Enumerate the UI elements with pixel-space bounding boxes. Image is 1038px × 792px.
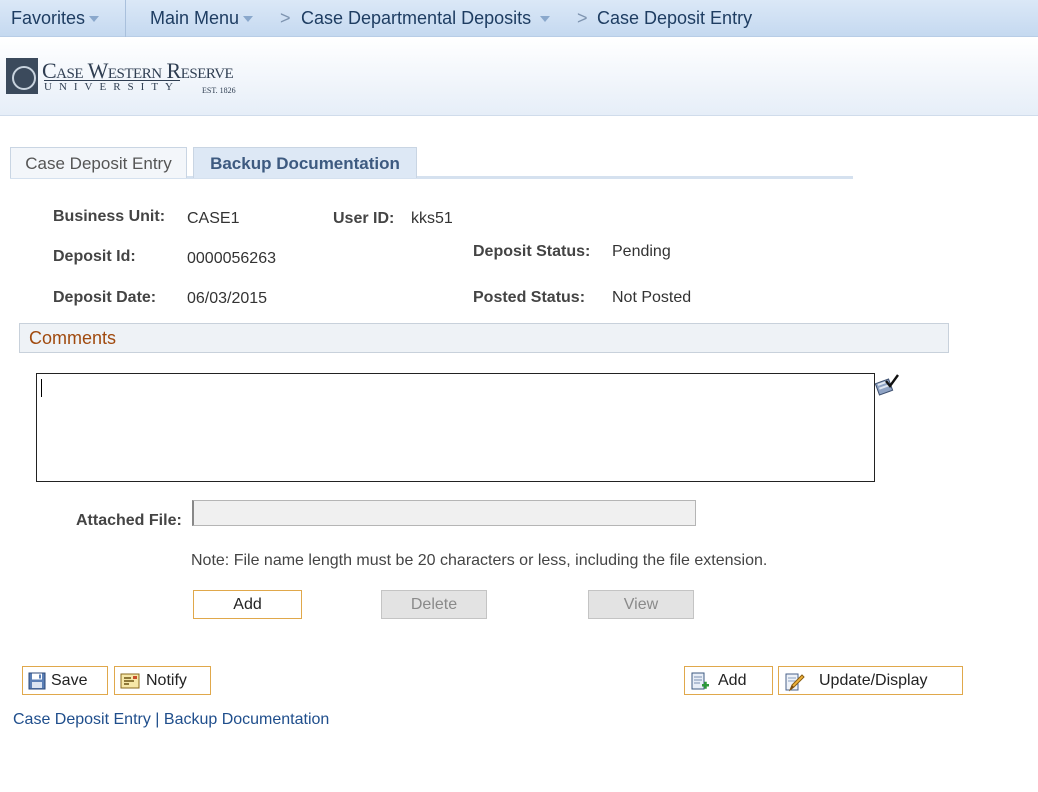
deposit-date-value: 06/03/2015 — [187, 290, 268, 307]
spell-check-icon[interactable] — [874, 373, 900, 397]
user-id-value: kks51 — [411, 210, 453, 227]
deposit-status-value: Pending — [612, 243, 671, 260]
comments-title: Comments — [29, 328, 117, 348]
header-banner: Case Western Reserve UNIVERSITY EST. 182… — [0, 38, 1038, 116]
update-display-button[interactable]: Update/Display — [778, 666, 963, 695]
main-menu-dropdown-icon — [243, 16, 254, 23]
tab-backup-documentation[interactable]: Backup Documentation — [193, 147, 417, 178]
deposit-date-label: Deposit Date: — [53, 289, 157, 306]
breadcrumb-case-departmental-deposits[interactable]: Case Departmental Deposits — [301, 8, 551, 29]
posted-status-value: Not Posted — [612, 289, 692, 306]
view-attachment-button[interactable]: View — [588, 590, 694, 619]
business-unit-value: CASE1 — [187, 210, 240, 227]
text-cursor — [41, 379, 42, 397]
breadcrumb-separator: > — [280, 8, 291, 28]
notify-envelope-icon — [120, 672, 140, 690]
file-name-note: Note: File name length must be 20 charac… — [191, 552, 768, 569]
notify-button[interactable]: Notify — [114, 666, 211, 695]
logo-university: UNIVERSITY — [44, 80, 180, 93]
delete-attachment-button[interactable]: Delete — [381, 590, 487, 619]
deposit-status-label: Deposit Status: — [473, 243, 591, 260]
logo-established: EST. 1826 — [202, 86, 236, 95]
save-button[interactable]: Save — [22, 666, 108, 695]
deposit-id-label: Deposit Id: — [53, 248, 136, 265]
add-attachment-button[interactable]: Add — [193, 590, 302, 619]
deposit-id-value: 0000056263 — [187, 250, 276, 267]
breadcrumb-separator: > — [577, 8, 588, 28]
save-disk-icon — [28, 672, 46, 690]
footer-page-links: Case Deposit Entry | Backup Documentatio… — [13, 711, 329, 729]
save-label: Save — [51, 672, 88, 689]
business-unit-label: Business Unit: — [53, 208, 166, 225]
breadcrumb-case-deposit-entry[interactable]: Case Deposit Entry — [597, 8, 752, 29]
footer-link-backup-documentation[interactable]: Backup Documentation — [164, 711, 329, 728]
footer-link-separator: | — [150, 711, 164, 728]
page-tabs: Case Deposit Entry Backup Documentation — [10, 147, 853, 179]
university-seal-icon — [6, 58, 38, 94]
favorites-dropdown-icon — [89, 16, 100, 23]
user-id-label: User ID: — [333, 210, 395, 227]
add-document-icon — [690, 672, 709, 690]
attached-file-field[interactable] — [192, 500, 696, 526]
footer-link-case-deposit-entry[interactable]: Case Deposit Entry — [13, 711, 151, 728]
add-label: Add — [718, 672, 747, 689]
update-display-pencil-icon — [784, 672, 805, 692]
favorites-label[interactable]: Favorites — [11, 8, 100, 29]
comments-section-header: Comments — [19, 323, 949, 353]
tab-case-deposit-entry[interactable]: Case Deposit Entry — [10, 147, 187, 178]
attached-file-label: Attached File: — [76, 512, 182, 529]
update-display-label: Update/Display — [819, 672, 928, 689]
top-nav-bar: Favorites Main Menu > Case Departmental … — [0, 0, 1038, 37]
notify-label: Notify — [146, 672, 187, 689]
deposits-dropdown-icon — [540, 16, 551, 23]
favorites-menu[interactable]: Favorites — [0, 0, 126, 37]
comments-textarea[interactable] — [36, 373, 875, 482]
add-button[interactable]: Add — [684, 666, 773, 695]
main-menu[interactable]: Main Menu — [150, 8, 254, 29]
posted-status-label: Posted Status: — [473, 289, 586, 306]
